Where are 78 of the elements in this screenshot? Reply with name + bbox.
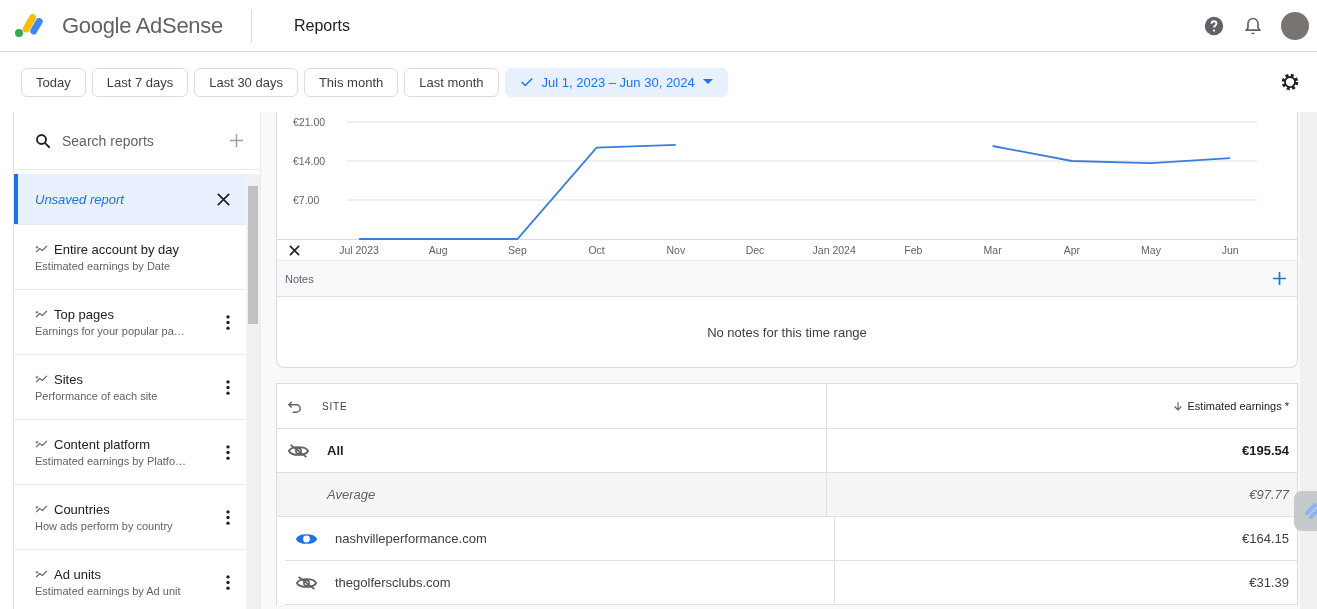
report-subtitle: How ads perform by country <box>35 520 173 532</box>
more-icon[interactable] <box>226 314 230 330</box>
notes-label: Notes <box>285 272 314 285</box>
sparkle-chart-icon <box>35 505 48 514</box>
settings-icon[interactable] <box>1279 71 1301 93</box>
help-icon[interactable] <box>1203 14 1225 37</box>
sparkle-chart-icon <box>35 570 48 579</box>
earnings-cell: €97.77 <box>1249 487 1289 502</box>
report-title: Sites <box>54 372 83 387</box>
y-tick-label: €21.00 <box>293 116 326 128</box>
scrollbar[interactable] <box>246 174 260 609</box>
search-icon <box>34 131 52 150</box>
site-cell: Average <box>327 487 376 502</box>
report-subtitle: Estimated earnings by Platfo… <box>35 455 187 467</box>
adsense-logo-icon <box>14 13 44 38</box>
x-tick-label: Mar <box>983 244 1002 256</box>
x-tick-label: Aug <box>428 244 448 256</box>
more-icon[interactable] <box>226 444 230 460</box>
date-filter-chip[interactable]: This month <box>303 67 399 97</box>
date-filter-chip[interactable]: Last 7 days <box>91 67 189 97</box>
brand-name: Google AdSense <box>62 12 223 39</box>
eye-icon[interactable] <box>295 531 317 546</box>
empty-notes-message: No notes for this time range <box>707 324 867 340</box>
earnings-cell: €31.39 <box>1249 575 1289 590</box>
x-tick-label: Jan 2024 <box>812 244 856 256</box>
report-title: Countries <box>54 502 110 517</box>
sort-down-icon <box>1172 400 1183 412</box>
x-tick-label: Apr <box>1063 244 1080 256</box>
site-cell: All <box>327 443 344 458</box>
site-cell: thegolfersclubs.com <box>335 575 451 590</box>
add-note-icon[interactable] <box>1272 271 1287 286</box>
add-icon[interactable] <box>229 133 244 148</box>
column-header[interactable]: Estimated earnings * <box>1187 400 1289 412</box>
date-filter-chip[interactable]: Today <box>21 67 86 97</box>
eye-off-icon[interactable] <box>287 443 309 458</box>
report-item[interactable]: Unsaved report <box>14 174 246 225</box>
more-icon[interactable] <box>226 509 230 525</box>
report-title: Content platform <box>54 437 151 452</box>
report-title: Entire account by day <box>54 242 180 257</box>
column-header[interactable]: SITE <box>322 400 348 412</box>
sparkle-chart-icon <box>35 375 48 384</box>
earnings-cell: €195.54 <box>1242 443 1289 458</box>
x-tick-label: Feb <box>904 244 923 256</box>
sparkle-chart-icon <box>35 440 48 449</box>
x-tick-label: Oct <box>588 244 605 256</box>
date-filter-chip[interactable]: Last 30 days <box>194 67 298 97</box>
x-tick-label: Jun <box>1221 244 1239 256</box>
date-filter-chip[interactable]: Jul 1, 2023 – Jun 30, 2024 <box>504 67 728 97</box>
site-cell: nashvilleperformance.com <box>335 531 487 546</box>
check-icon <box>519 75 534 89</box>
report-title: Ad units <box>54 567 101 582</box>
sparkle-chart-icon <box>35 310 48 319</box>
eye-off-icon[interactable] <box>295 575 317 590</box>
more-icon[interactable] <box>226 379 230 395</box>
close-button[interactable] <box>287 243 302 258</box>
sparkle-chart-icon <box>35 245 48 254</box>
x-tick-label: Sep <box>508 244 527 256</box>
report-title: Top pages <box>54 307 114 322</box>
page-title: Reports <box>293 16 350 35</box>
y-tick-label: €7.00 <box>293 194 320 206</box>
avatar[interactable] <box>1281 11 1309 40</box>
caret-icon <box>702 79 713 85</box>
page-scrollbar[interactable] <box>1300 112 1317 609</box>
x-tick-label: Nov <box>666 244 686 256</box>
x-tick-label: Jul 2023 <box>339 244 379 256</box>
report-subtitle: Estimated earnings by Date <box>35 260 172 272</box>
close-icon[interactable] <box>217 192 230 206</box>
y-tick-label: €14.00 <box>293 155 326 167</box>
report-title: Unsaved report <box>35 191 124 207</box>
search-field[interactable]: Search reports <box>60 131 221 150</box>
x-tick-label: May <box>1141 244 1161 256</box>
report-subtitle: Earnings for your popular pa… <box>35 325 185 337</box>
x-tick-label: Dec <box>745 244 765 256</box>
report-subtitle: Estimated earnings by Ad unit <box>35 585 181 597</box>
more-icon[interactable] <box>226 574 230 590</box>
earnings-cell: €164.15 <box>1242 531 1289 546</box>
date-filter-chip[interactable]: Last month <box>404 67 499 97</box>
report-subtitle: Performance of each site <box>35 390 158 402</box>
